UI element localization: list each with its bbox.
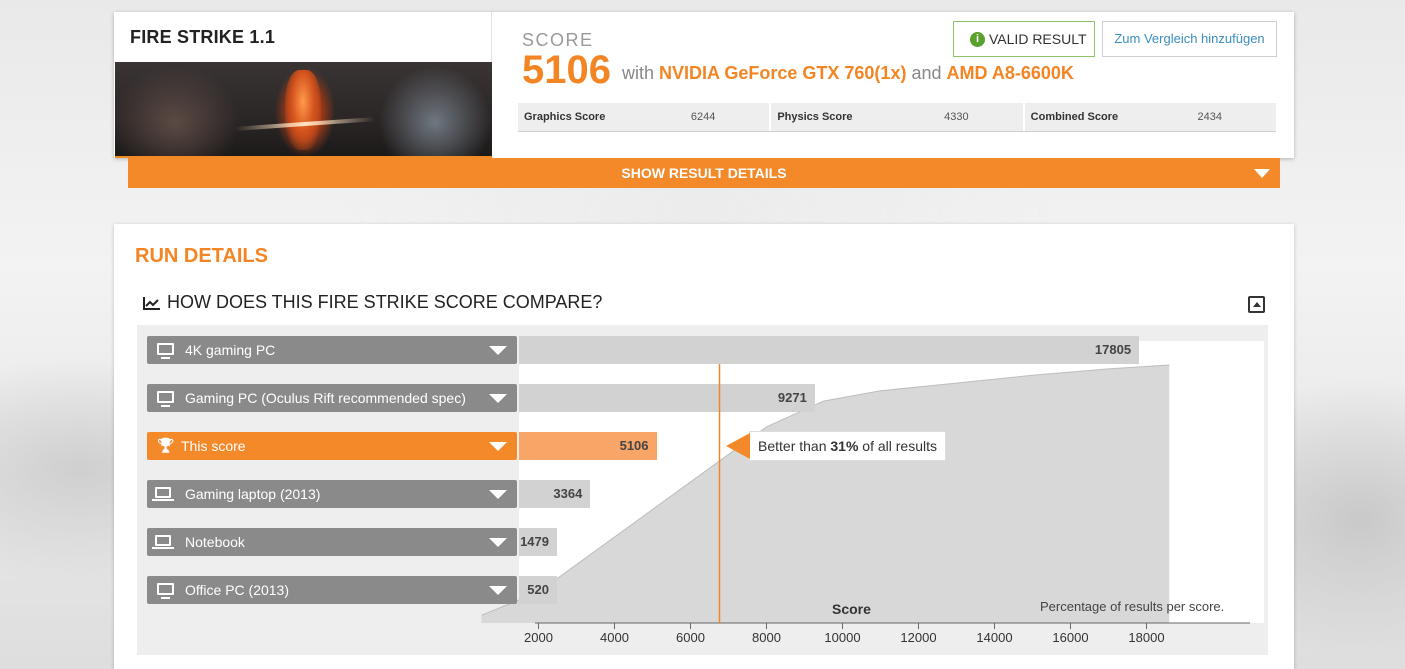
chevron-down-icon: [489, 442, 507, 451]
row-label: 4K gaming PC: [185, 342, 276, 358]
chevron-down-icon: [489, 490, 507, 499]
score-bar: 3364: [519, 480, 591, 508]
tooltip-prefix: Better than: [758, 438, 831, 454]
percentile-tooltip: Better than 31% of all results: [725, 431, 947, 461]
row-label: This score: [181, 438, 246, 454]
desktop-icon: [157, 583, 174, 599]
x-tick-label-6000: 6000: [676, 630, 705, 645]
laptop-icon: [152, 487, 174, 501]
trophy-icon: 🏆: [157, 437, 175, 453]
x-tick-label-16000: 16000: [1052, 630, 1089, 645]
distribution-chart-svg: [481, 341, 1264, 629]
row-selector-3[interactable]: Gaming laptop (2013): [147, 480, 517, 508]
x-tick-label-18000: 18000: [1128, 630, 1165, 645]
tooltip-suffix: of all results: [858, 438, 938, 454]
chevron-down-icon: [489, 586, 507, 595]
chevron-down-icon: [489, 394, 507, 403]
row-selector-4[interactable]: Notebook: [147, 528, 517, 556]
row-label: Office PC (2013): [185, 582, 290, 598]
row-selector-5[interactable]: Office PC (2013): [147, 576, 517, 604]
row-selector-2[interactable]: 🏆 This score: [147, 432, 517, 460]
chevron-down-icon: [489, 346, 507, 355]
x-axis-title: Score: [832, 601, 871, 617]
score-bar: 5106: [519, 432, 657, 460]
desktop-icon: [157, 391, 174, 407]
row-label: Gaming laptop (2013): [185, 486, 321, 502]
row-label: Gaming PC (Oculus Rift recommended spec): [185, 390, 466, 406]
row-label: Notebook: [185, 534, 245, 550]
chart-annotation: Percentage of results per score.: [1040, 599, 1225, 614]
x-tick-label-10000: 10000: [824, 630, 861, 645]
x-tick-label-8000: 8000: [752, 630, 781, 645]
score-bar: 9271: [519, 384, 815, 412]
x-tick-label-2000: 2000: [524, 630, 553, 645]
row-selector-1[interactable]: Gaming PC (Oculus Rift recommended spec): [147, 384, 517, 412]
tooltip-percent: 31%: [830, 438, 859, 454]
desktop-icon: [157, 343, 174, 359]
chevron-down-icon: [489, 538, 507, 547]
x-tick-label-4000: 4000: [600, 630, 629, 645]
score-bar: 520: [519, 576, 557, 604]
x-tick-label-12000: 12000: [900, 630, 937, 645]
score-bar: 17805: [519, 336, 1140, 364]
x-tick-label-14000: 14000: [976, 630, 1013, 645]
score-bar: 1479: [519, 528, 557, 556]
row-selector-0[interactable]: 4K gaming PC: [147, 336, 517, 364]
laptop-icon: [152, 535, 174, 549]
